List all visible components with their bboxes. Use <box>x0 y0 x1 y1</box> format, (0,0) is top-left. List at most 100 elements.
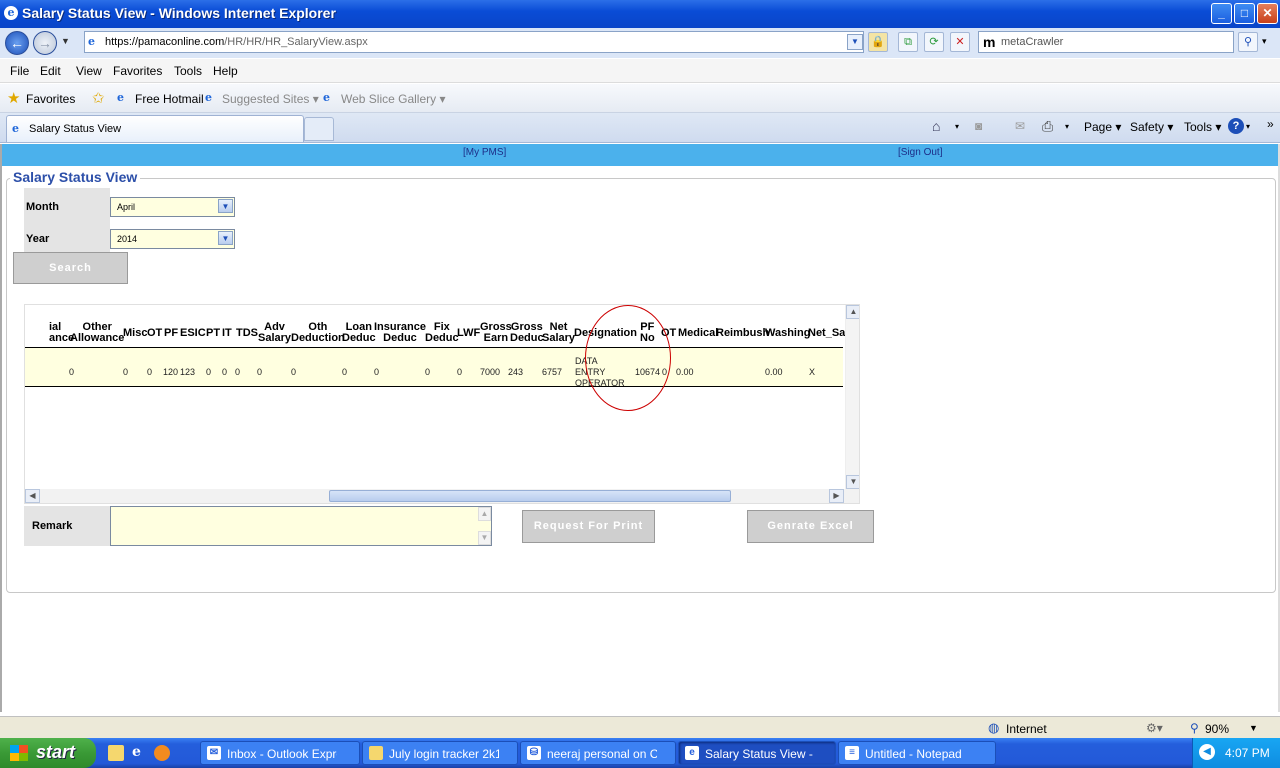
sign-out-link[interactable]: [Sign Out] <box>898 147 942 158</box>
fav-web-slice-gallery[interactable]: Web Slice Gallery ▾ <box>341 92 446 106</box>
security-zone: Internet <box>1006 722 1047 736</box>
address-toolbar: ← → ▼ e https://pamaconline.com/HR/HR/HR… <box>0 28 1280 58</box>
address-url: https://pamaconline.com/HR/HR/HR_SalaryV… <box>105 36 368 48</box>
read-mail-icon[interactable]: ✉ <box>1015 119 1025 133</box>
tab-title: Salary Status View <box>29 123 122 135</box>
minimize-button[interactable]: _ <box>1211 3 1232 24</box>
month-value: April <box>117 202 136 212</box>
stop-icon[interactable]: ✕ <box>950 32 970 52</box>
scroll-down-icon[interactable]: ▼ <box>846 475 859 489</box>
safety-menu[interactable]: Safety ▾ <box>1130 120 1173 134</box>
grid-scroll-area: ial ance Other Allowance Misc OT PF ESIC P… <box>25 305 859 388</box>
menu-file[interactable]: File <box>10 64 29 78</box>
scroll-up-icon[interactable]: ▲ <box>846 305 859 319</box>
task-salary-status-view[interactable]: e Salary Status View - ... <box>678 741 836 765</box>
tab-salary-status-view[interactable]: e Salary Status View <box>6 115 304 142</box>
ie-quicklaunch-icon[interactable]: e <box>132 744 141 760</box>
address-bar[interactable]: e https://pamaconline.com/HR/HR/HR_Salar… <box>84 31 864 53</box>
request-for-print-button[interactable]: Request For Print <box>522 510 655 543</box>
cell: 7000 <box>480 367 501 377</box>
protected-mode-icon[interactable]: ⚙▾ <box>1146 721 1163 735</box>
lock-icon[interactable]: 🔒 <box>868 32 888 52</box>
tools-menu[interactable]: Tools ▾ <box>1184 120 1221 134</box>
search-button[interactable]: Search <box>13 252 128 284</box>
taskbar: start e ✉ Inbox - Outlook Express July lo… <box>0 738 1280 768</box>
search-box[interactable]: m metaCrawler <box>978 31 1234 53</box>
task-july-login-tracker[interactable]: July login tracker 2k14 <box>362 741 518 765</box>
task-neeraj-personal[interactable]: ⛁ neeraj personal on Ctg5 <box>520 741 676 765</box>
scroll-thumb[interactable] <box>329 490 731 502</box>
maximize-button[interactable]: □ <box>1234 3 1255 24</box>
scroll-left-icon[interactable]: ◀ <box>25 489 40 503</box>
clock[interactable]: 4:07 PM <box>1225 746 1270 760</box>
remark-scroll-up-icon[interactable]: ▲ <box>478 507 491 521</box>
zoom-dropdown-icon[interactable]: ▼ <box>1249 723 1258 733</box>
task-label: July login tracker 2k14 <box>389 747 499 761</box>
col-header: Allowance <box>70 332 125 344</box>
cell: 0 <box>206 367 212 377</box>
forward-button[interactable]: → <box>33 31 57 55</box>
favorites-button[interactable]: Favorites <box>26 92 75 106</box>
menu-view[interactable]: View <box>76 64 102 78</box>
generate-excel-button[interactable]: Genrate Excel <box>747 510 874 543</box>
home-dropdown-icon[interactable]: ▾ <box>955 122 959 131</box>
recent-pages-dropdown-icon[interactable]: ▼ <box>61 36 70 46</box>
cell: 243 <box>508 367 524 377</box>
tab-bar: e Salary Status View ⌂ ▾ ◙ ✉ ⎙ ▾ Page ▾ … <box>0 113 1280 143</box>
col-header: Earn <box>483 332 509 344</box>
close-button[interactable]: ✕ <box>1257 3 1278 24</box>
menu-help[interactable]: Help <box>213 64 238 78</box>
menu-edit[interactable]: Edit <box>40 64 61 78</box>
remark-scroll-down-icon[interactable]: ▼ <box>478 531 491 545</box>
add-favorite-icon[interactable]: ✩ <box>92 89 105 107</box>
address-dropdown-icon[interactable]: ▼ <box>847 34 863 50</box>
show-desktop-icon[interactable] <box>108 745 124 761</box>
my-pms-link[interactable]: [My PMS] <box>463 147 506 158</box>
search-options-icon[interactable]: ▾ <box>1262 36 1267 47</box>
cell: 0 <box>342 367 348 377</box>
col-header: PT <box>206 327 221 339</box>
col-header: Misc <box>123 327 148 339</box>
menu-tools[interactable]: Tools <box>174 64 202 78</box>
search-icon[interactable]: ⚲ <box>1238 32 1258 52</box>
horizontal-scrollbar[interactable]: ◀ ▶ <box>25 489 859 503</box>
year-select[interactable]: 2014 ▼ <box>110 229 235 249</box>
compatibility-view-icon[interactable]: ⧉ <box>898 32 918 52</box>
search-placeholder: metaCrawler <box>1001 36 1064 48</box>
status-bar: ◍ Internet ⚙▾ ⚲ 90% ▼ <box>0 716 1280 738</box>
start-button[interactable]: start <box>0 738 96 768</box>
cell: 0 <box>257 367 263 377</box>
tray-expand-icon[interactable]: ◀ <box>1199 744 1215 760</box>
fav-free-hotmail[interactable]: Free Hotmail <box>135 92 204 106</box>
print-dropdown-icon[interactable]: ▾ <box>1065 122 1069 131</box>
refresh-icon[interactable]: ⟳ <box>924 32 944 52</box>
task-outlook-express[interactable]: ✉ Inbox - Outlook Express <box>200 741 360 765</box>
month-select[interactable]: April ▼ <box>110 197 235 217</box>
scroll-right-icon[interactable]: ▶ <box>829 489 844 503</box>
chevron-more-icon[interactable]: » <box>1267 117 1274 131</box>
vertical-scrollbar[interactable]: ▲ ▼ <box>845 305 859 503</box>
cell: 0 <box>457 367 463 377</box>
task-notepad[interactable]: ≡ Untitled - Notepad <box>838 741 996 765</box>
cell: 0 <box>235 367 241 377</box>
page-menu[interactable]: Page ▾ <box>1084 120 1121 134</box>
new-tab-button[interactable] <box>304 117 334 141</box>
media-player-icon[interactable] <box>154 745 170 761</box>
print-icon[interactable]: ⎙ <box>1042 118 1053 135</box>
feeds-icon[interactable]: ◙ <box>975 119 982 133</box>
help-dropdown-icon[interactable]: ▾ <box>1246 122 1250 131</box>
remark-textarea[interactable]: ▲ ▼ <box>110 506 492 546</box>
home-icon[interactable]: ⌂ <box>932 118 940 134</box>
menu-favorites[interactable]: Favorites <box>113 64 162 78</box>
cell: 0 <box>374 367 380 377</box>
col-header: LWF <box>457 327 481 339</box>
favorites-star-icon: ★ <box>7 90 21 107</box>
help-icon[interactable]: ? <box>1228 118 1244 134</box>
back-button[interactable]: ← <box>5 31 29 55</box>
task-label: Untitled - Notepad <box>865 747 962 761</box>
fav-suggested-sites[interactable]: Suggested Sites ▾ <box>222 92 319 106</box>
zoom-icon: ⚲ <box>1190 721 1199 735</box>
cell: 0 <box>222 367 228 377</box>
zoom-level[interactable]: 90% <box>1205 722 1229 736</box>
year-label: Year <box>26 233 50 245</box>
